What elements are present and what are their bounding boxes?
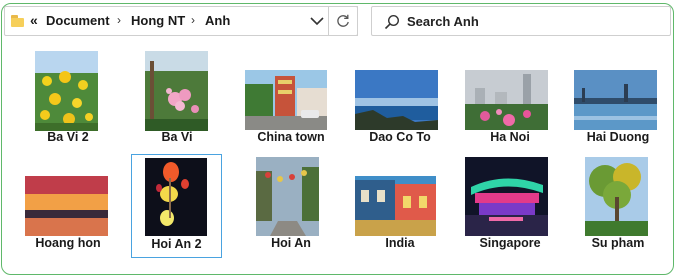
file-name: Hoi An 2 xyxy=(151,237,202,251)
file-tile-hai-duong[interactable]: Hai Duong xyxy=(563,48,673,152)
photo-thumbnail xyxy=(355,70,438,130)
file-name: Hai Duong xyxy=(586,130,650,144)
file-tile-singapore[interactable]: Singapore xyxy=(455,154,565,258)
folder-icon xyxy=(11,15,24,27)
photo-thumbnail xyxy=(574,70,657,130)
photo-thumbnail xyxy=(355,176,436,236)
file-tile-china-town[interactable]: China town xyxy=(236,48,346,152)
photo-thumbnail xyxy=(465,157,548,236)
file-tile-ba-vi-2[interactable]: Ba Vi 2 xyxy=(13,48,123,152)
file-name: Su pham xyxy=(591,236,645,250)
chevron-right-icon: › xyxy=(117,13,121,27)
photo-thumbnail xyxy=(35,51,98,131)
file-tile-hoi-an-2[interactable]: Hoi An 2 xyxy=(131,154,222,258)
file-tile-dao-co-to[interactable]: Dao Co To xyxy=(345,48,455,152)
refresh-icon xyxy=(337,14,349,27)
photo-thumbnail xyxy=(465,70,548,130)
search-input[interactable]: Search Anh xyxy=(407,14,479,29)
photo-thumbnail xyxy=(145,158,207,236)
search-icon xyxy=(384,14,400,30)
file-name: Ha Noi xyxy=(490,130,530,144)
chevron-right-icon: › xyxy=(191,13,195,27)
breadcrumb-hong-nt[interactable]: Hong NT xyxy=(131,13,185,28)
file-name: Dao Co To xyxy=(369,130,431,144)
file-name: Hoang hon xyxy=(35,236,101,250)
file-name: Hoi An xyxy=(271,236,311,250)
file-tile-hoi-an[interactable]: Hoi An xyxy=(236,154,346,258)
file-tile-su-pham[interactable]: Su pham xyxy=(563,154,673,258)
photo-thumbnail xyxy=(145,51,208,131)
photo-thumbnail xyxy=(245,70,327,130)
file-name: Ba Vi xyxy=(161,130,193,144)
breadcrumb-anh[interactable]: Anh xyxy=(205,13,230,28)
file-name: India xyxy=(385,236,415,250)
file-tile-india[interactable]: India xyxy=(345,154,455,258)
photo-thumbnail xyxy=(585,157,648,236)
file-name: Singapore xyxy=(479,236,541,250)
chevron-down-icon xyxy=(310,17,324,26)
breadcrumb-document[interactable]: Document xyxy=(46,13,110,28)
file-tile-hoang-hon[interactable]: Hoang hon xyxy=(13,154,123,258)
file-tile-ha-noi[interactable]: Ha Noi xyxy=(455,48,565,152)
refresh-button[interactable] xyxy=(328,6,358,36)
photo-thumbnail xyxy=(256,157,319,236)
file-name: Ba Vi 2 xyxy=(47,130,89,144)
photo-thumbnail xyxy=(25,176,108,236)
file-tile-ba-vi[interactable]: Ba Vi xyxy=(122,48,232,152)
file-name: China town xyxy=(257,130,325,144)
address-dropdown-button[interactable] xyxy=(305,7,329,35)
address-bar[interactable]: « Document › Hong NT › Anh xyxy=(4,6,358,36)
search-box[interactable]: Search Anh xyxy=(371,6,671,36)
breadcrumb-overflow[interactable]: « xyxy=(30,12,38,28)
